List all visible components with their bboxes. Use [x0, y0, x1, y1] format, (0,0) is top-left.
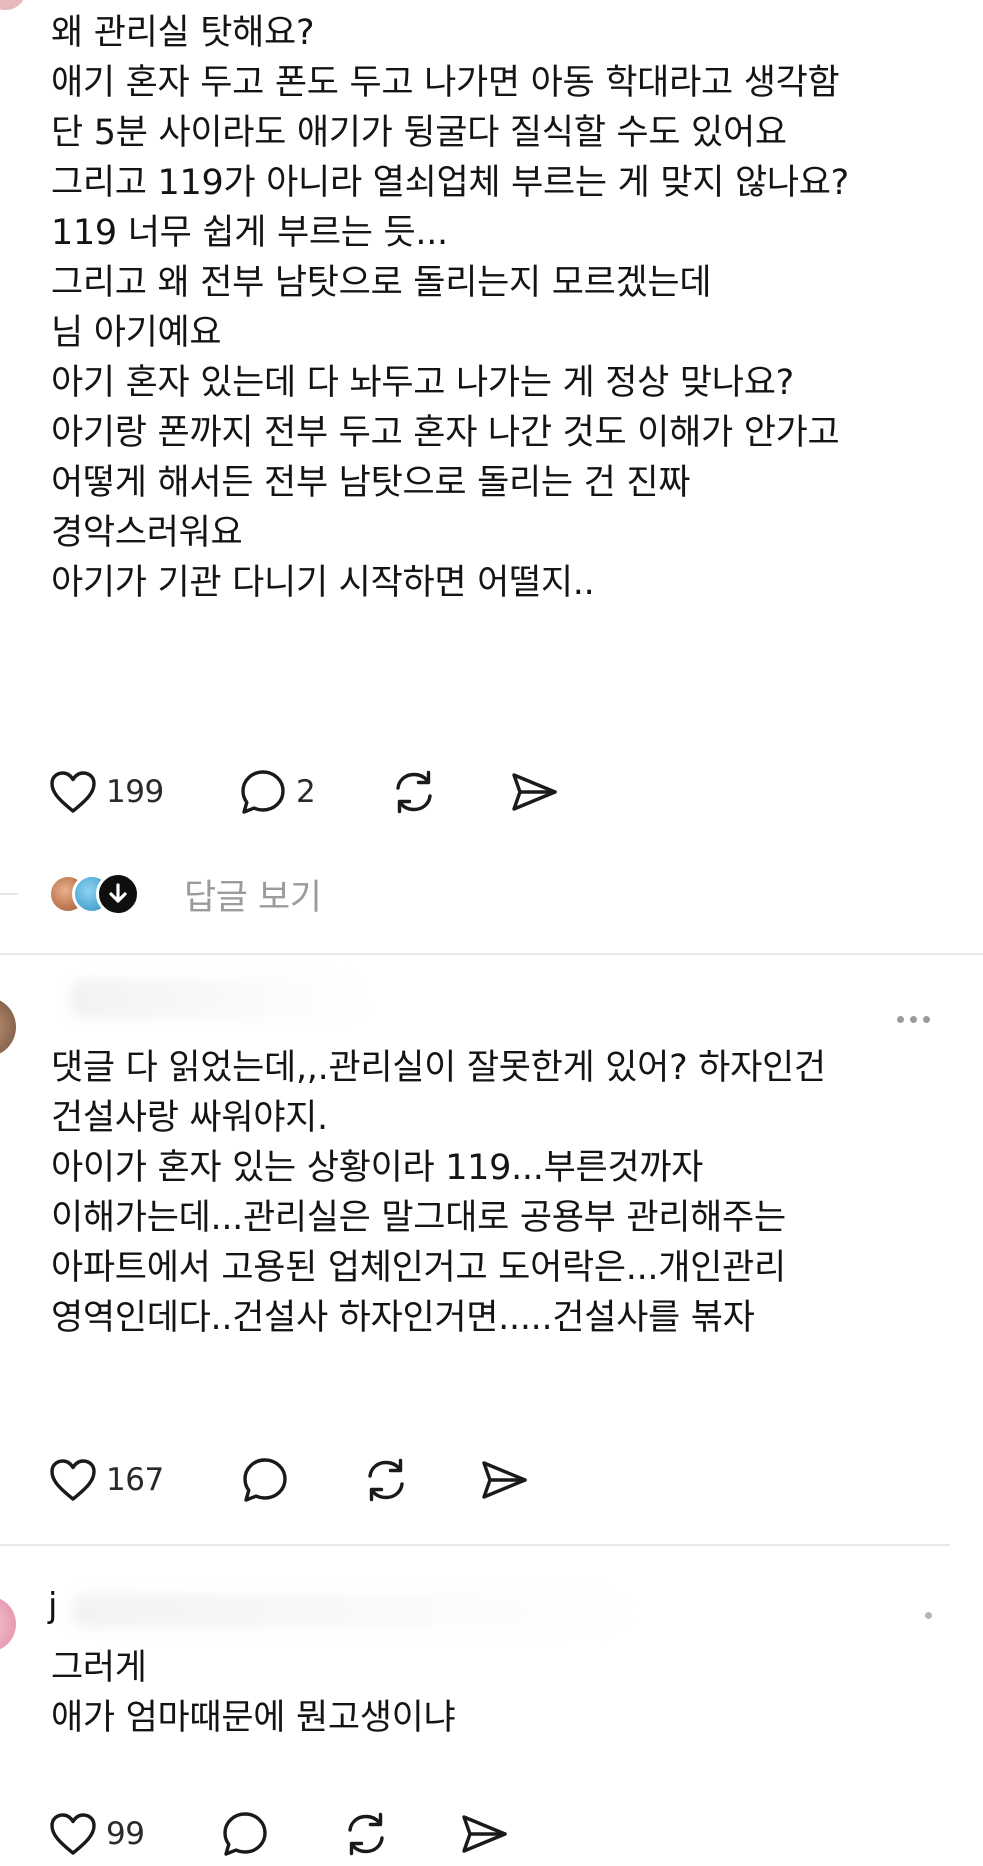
repost-icon: [348, 1812, 384, 1856]
view-replies-row[interactable]: 답글 보기: [48, 868, 322, 920]
more-options-button[interactable]: [925, 1612, 932, 1619]
comment-button[interactable]: 2: [238, 762, 316, 822]
like-button[interactable]: 167: [48, 1450, 164, 1510]
avatar[interactable]: [0, 997, 16, 1057]
repost-icon: [368, 1458, 404, 1502]
username[interactable]: j: [48, 1586, 57, 1626]
repost-button[interactable]: [388, 762, 440, 822]
comment-line: 119 너무 쉽게 부르는 듯...: [51, 213, 448, 253]
repost-button[interactable]: [360, 1450, 412, 1510]
comment-line: 댓글 다 읽었는데,,.관리실이 잘못한게 있어? 하자인건: [51, 1048, 826, 1088]
comment-post-2: 댓글 다 읽었는데,,.관리실이 잘못한게 있어? 하자인건 건설사랑 싸워야지…: [0, 955, 983, 1545]
heart-icon: [50, 1813, 96, 1855]
repost-button[interactable]: [340, 1804, 392, 1864]
comment-line: 애가 엄마때문에 뭔고생이냐: [51, 1698, 456, 1738]
comment-bubble-icon: [243, 1458, 287, 1502]
comment-line: 영역인데다..건설사 하자인거면.....건설사를 볶자: [51, 1298, 755, 1338]
comment-line: 아기 혼자 있는데 다 놔두고 나가는 게 정상 맞나요?: [51, 363, 794, 403]
comment-line: 그러게: [51, 1648, 147, 1688]
comment-count: 2: [296, 774, 316, 810]
comment-line: 건설사랑 싸워야지.: [51, 1098, 328, 1138]
send-icon: [512, 773, 557, 811]
comment-line: 님 아기예요: [51, 313, 222, 353]
comment-line: 경악스러워요: [51, 513, 243, 553]
heart-icon: [50, 771, 96, 813]
comment-line: 아기랑 폰까지 전부 두고 혼자 나간 것도 이해가 안가고: [51, 413, 840, 453]
send-icon: [482, 1461, 527, 1499]
more-options-button[interactable]: [897, 1016, 930, 1023]
action-bar: 99: [0, 1804, 983, 1864]
send-icon: [462, 1815, 507, 1853]
comment-line: 그리고 왜 전부 남탓으로 돌리는지 모르겠는데: [51, 263, 712, 303]
comment-line: 이해가는데...관리실은 말그대로 공용부 관리해주는: [51, 1198, 786, 1238]
heart-icon: [50, 1459, 96, 1501]
comment-post-3: j 그러게 애가 엄마때문에 뭔고생이냐 99: [0, 1546, 983, 1866]
comment-bubble-icon: [241, 770, 285, 814]
like-count: 167: [106, 1462, 164, 1498]
comment-line: 애기 혼자 두고 폰도 두고 나가면 아동 학대라고 생각함: [51, 63, 840, 103]
comment-line: 어떻게 해서든 전부 남탓으로 돌리는 건 진짜: [51, 463, 691, 503]
blurred-username: [72, 1594, 632, 1628]
share-button[interactable]: [458, 1804, 510, 1864]
blurred-username: [70, 979, 370, 1019]
action-bar: 167: [0, 1450, 983, 1510]
like-button[interactable]: 199: [48, 762, 164, 822]
comment-line: 그리고 119가 아니라 열쇠업체 부르는 게 맞지 않나요?: [51, 163, 849, 203]
comment-button[interactable]: [220, 1804, 270, 1864]
share-button[interactable]: [508, 762, 560, 822]
comment-button[interactable]: [240, 1450, 290, 1510]
avatar[interactable]: [0, 0, 26, 10]
repost-icon: [396, 770, 432, 814]
comment-line: 왜 관리실 탓해요?: [51, 13, 315, 53]
comment-bubble-icon: [223, 1812, 267, 1856]
like-count: 199: [106, 774, 164, 810]
action-bar: 199 2: [0, 762, 983, 822]
comment-line: 단 5분 사이라도 애기가 뒹굴다 질식할 수도 있어요: [51, 113, 787, 153]
comment-line: 아이가 혼자 있는 상황이라 119...부른것까자: [51, 1148, 704, 1188]
share-button[interactable]: [478, 1450, 530, 1510]
like-button[interactable]: 99: [48, 1804, 145, 1864]
avatar[interactable]: [0, 1596, 16, 1652]
view-replies-link[interactable]: 답글 보기: [184, 869, 322, 920]
comment-post-1: 왜 관리실 탓해요? 애기 혼자 두고 폰도 두고 나가면 아동 학대라고 생각…: [0, 0, 983, 814]
thread-connector: [0, 893, 18, 895]
arrow-down-icon: [96, 872, 140, 916]
comment-line: 아기가 기관 다니기 시작하면 어떨지..: [51, 563, 595, 603]
comment-line: 아파트에서 고용된 업체인거고 도어락은...개인관리: [51, 1248, 786, 1288]
like-count: 99: [106, 1816, 145, 1852]
